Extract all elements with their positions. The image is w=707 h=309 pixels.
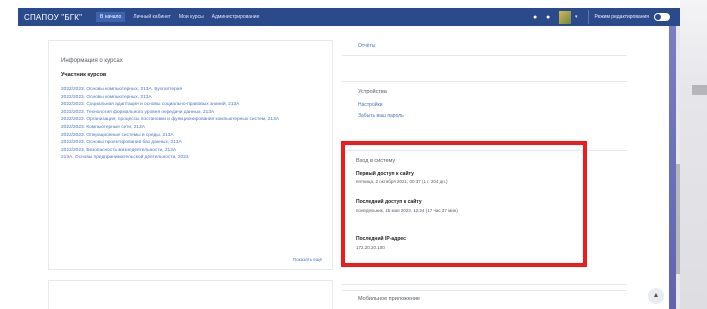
show-more-link[interactable]: Показать ещё bbox=[293, 257, 322, 262]
course-link[interactable]: 213А. Основы предпринимательской деятель… bbox=[61, 154, 323, 162]
nav-item-my-courses[interactable]: Мои курсы bbox=[179, 14, 204, 20]
chat-icon[interactable]: ● bbox=[546, 14, 553, 21]
mobile-app-title: Мобильное приложение bbox=[358, 296, 420, 302]
nav-item-administration[interactable]: Администрирование bbox=[212, 14, 260, 20]
course-info-card: Информация о курсах Участник курсов 2022… bbox=[48, 40, 333, 270]
edit-mode-label: Режим редактирования bbox=[594, 14, 650, 20]
highlight-box bbox=[341, 141, 587, 267]
mobile-app-block: Мобильное приложение bbox=[342, 290, 627, 309]
course-link[interactable]: 2022/2023. Основы компьютерных, 213А bbox=[61, 94, 323, 102]
course-link[interactable]: 2022/2023. Социальная адаптация и основы… bbox=[61, 101, 323, 109]
scroll-top-button[interactable]: ▲ bbox=[648, 288, 664, 304]
scrollbar-thumb[interactable] bbox=[676, 164, 680, 274]
edit-mode-toggle[interactable] bbox=[654, 13, 670, 21]
navbar-divider bbox=[587, 10, 589, 24]
card-title: Информация о курсах bbox=[61, 58, 123, 64]
chevron-down-icon[interactable]: ▾ bbox=[575, 14, 578, 20]
reports-link[interactable]: Отчёты bbox=[358, 43, 375, 49]
next-card-top bbox=[48, 280, 333, 309]
top-navbar: СПАПОУ "БГК" В начало Личный кабинет Мои… bbox=[18, 8, 680, 26]
forgot-password-link[interactable]: Забыть ваш пароль bbox=[358, 113, 404, 119]
site-brand[interactable]: СПАПОУ "БГК" bbox=[18, 13, 96, 22]
course-link[interactable]: 2022/2023. Основы проектирования баз дан… bbox=[61, 139, 323, 147]
course-link[interactable]: 2022/2023. Основы компьютерных, 213А. Бу… bbox=[61, 86, 323, 94]
bell-icon[interactable]: ● bbox=[533, 14, 540, 21]
right-strip-decoration bbox=[692, 85, 707, 95]
course-link[interactable]: 2022/2023. Операционные системы и среды,… bbox=[61, 132, 323, 140]
left-margin bbox=[0, 0, 18, 309]
course-list: 2022/2023. Основы компьютерных, 213А. Бу… bbox=[61, 86, 323, 162]
course-link[interactable]: 2022/2023. Организация, процессы постано… bbox=[61, 116, 323, 124]
course-link[interactable]: 2022/2023. Компьютерные сети, 213А bbox=[61, 124, 323, 132]
course-link[interactable]: 2022/2023. Безопасность жизнедеятельност… bbox=[61, 147, 323, 155]
reports-block: Отчёты bbox=[342, 26, 627, 56]
right-browser-strip bbox=[680, 0, 707, 309]
course-link[interactable]: 2022/2023. Технология формального уровня… bbox=[61, 109, 323, 117]
settings-link[interactable]: Настройки bbox=[358, 102, 383, 108]
settings-title: Устройства bbox=[358, 89, 387, 95]
card-subheading: Участник курсов bbox=[61, 72, 107, 78]
user-avatar[interactable] bbox=[558, 10, 571, 24]
navbar-right-group: ● ● ▾ Режим редактирования bbox=[533, 8, 680, 26]
nav-item-home[interactable]: В начало bbox=[96, 12, 126, 22]
nav-item-dashboard[interactable]: Личный кабинет bbox=[133, 14, 171, 20]
